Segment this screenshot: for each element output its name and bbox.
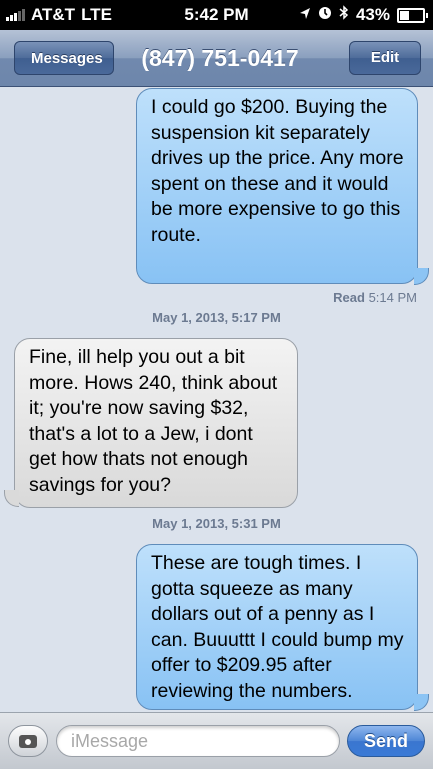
back-button[interactable]: Messages bbox=[14, 41, 114, 75]
bubble-tail bbox=[4, 490, 19, 507]
read-receipt: Read 5:14 PM bbox=[333, 290, 417, 305]
status-bar: AT&T LTE 5:42 PM 43% bbox=[0, 0, 433, 30]
read-time: 5:14 PM bbox=[368, 290, 417, 305]
contact-title: (847) 751-0417 bbox=[141, 45, 299, 71]
location-arrow-icon bbox=[299, 5, 311, 25]
edit-button[interactable]: Edit bbox=[349, 41, 421, 75]
send-button[interactable]: Send bbox=[347, 725, 425, 757]
conversation-timestamp: May 1, 2013, 5:17 PM bbox=[152, 310, 281, 325]
conversation-timestamp: May 1, 2013, 5:31 PM bbox=[152, 516, 281, 531]
battery-icon bbox=[397, 7, 428, 23]
bubble-tail bbox=[414, 694, 429, 711]
message-bubble-sent[interactable]: I could go $200. Buying the suspension k… bbox=[136, 88, 418, 284]
navigation-bar: Messages (847) 751-0417 Edit bbox=[0, 30, 433, 87]
camera-lens bbox=[23, 737, 33, 747]
alarm-icon bbox=[318, 5, 332, 25]
battery-percent: 43% bbox=[355, 5, 390, 24]
message-bubble-received[interactable]: Fine, ill help you out a bit more. Hows … bbox=[14, 338, 298, 508]
read-label: Read bbox=[333, 290, 365, 305]
bluetooth-icon bbox=[339, 5, 349, 25]
status-right: 43% bbox=[299, 5, 428, 25]
message-input-bar: Send bbox=[0, 712, 433, 769]
camera-button[interactable] bbox=[8, 725, 48, 757]
message-bubble-sent[interactable]: These are tough times. I gotta squeeze a… bbox=[136, 544, 418, 710]
imessage-input[interactable] bbox=[56, 725, 340, 757]
bubble-tail bbox=[414, 268, 429, 285]
